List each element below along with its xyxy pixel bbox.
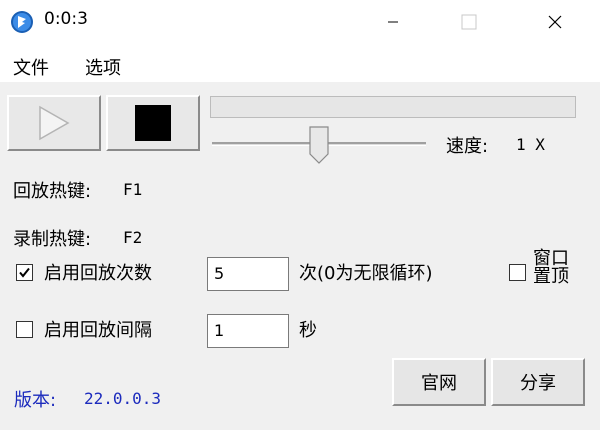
maximize-button[interactable]	[446, 0, 492, 44]
play-button[interactable]	[7, 95, 101, 151]
official-site-button[interactable]: 官网	[392, 358, 486, 406]
playback-hotkey-label: 回放热键:	[13, 181, 92, 202]
menu-file[interactable]: 文件	[13, 54, 49, 80]
repeat-count-checkbox[interactable]	[16, 264, 33, 281]
interval-input[interactable]: 1	[207, 314, 289, 348]
record-hotkey-label: 录制热键:	[13, 229, 92, 250]
app-window: 0:0:3 文件 选项 速度: 1 X 回放热键: F1 录制热键: F2 启用…	[0, 0, 600, 430]
minimize-icon	[388, 21, 398, 23]
interval-checkbox[interactable]	[16, 321, 33, 338]
app-logo-icon	[11, 11, 33, 33]
stop-button[interactable]	[106, 95, 200, 151]
minimize-button[interactable]	[370, 0, 416, 44]
interval-unit: 秒	[299, 320, 317, 341]
close-button[interactable]	[532, 0, 578, 44]
maximize-icon	[461, 14, 477, 30]
version-label: 版本:	[14, 390, 57, 411]
record-hotkey-value: F2	[123, 228, 143, 247]
menu-bar: 文件 选项	[0, 44, 600, 82]
playback-progress-bar	[210, 96, 576, 118]
version-number: 22.0.0.3	[84, 389, 162, 408]
share-button[interactable]: 分享	[491, 358, 585, 406]
always-on-top-checkbox[interactable]	[509, 264, 526, 281]
menu-options[interactable]: 选项	[85, 54, 121, 80]
repeat-count-unit: 次(0为无限循环)	[299, 263, 433, 284]
repeat-count-label: 启用回放次数	[44, 263, 152, 284]
always-on-top-label: 窗口置顶	[533, 248, 569, 287]
playback-hotkey-value: F1	[123, 180, 143, 199]
interval-label: 启用回放间隔	[44, 320, 152, 341]
stop-icon	[135, 105, 171, 141]
title-bar[interactable]: 0:0:3	[0, 0, 600, 44]
checkmark-icon	[19, 267, 30, 278]
close-icon	[548, 15, 562, 29]
speed-value: 1 X	[516, 135, 545, 154]
speed-slider-thumb[interactable]	[309, 126, 329, 164]
repeat-count-input[interactable]: 5	[207, 257, 289, 291]
play-icon	[39, 105, 70, 141]
speed-label: 速度:	[446, 136, 489, 157]
window-title: 0:0:3	[44, 9, 88, 29]
